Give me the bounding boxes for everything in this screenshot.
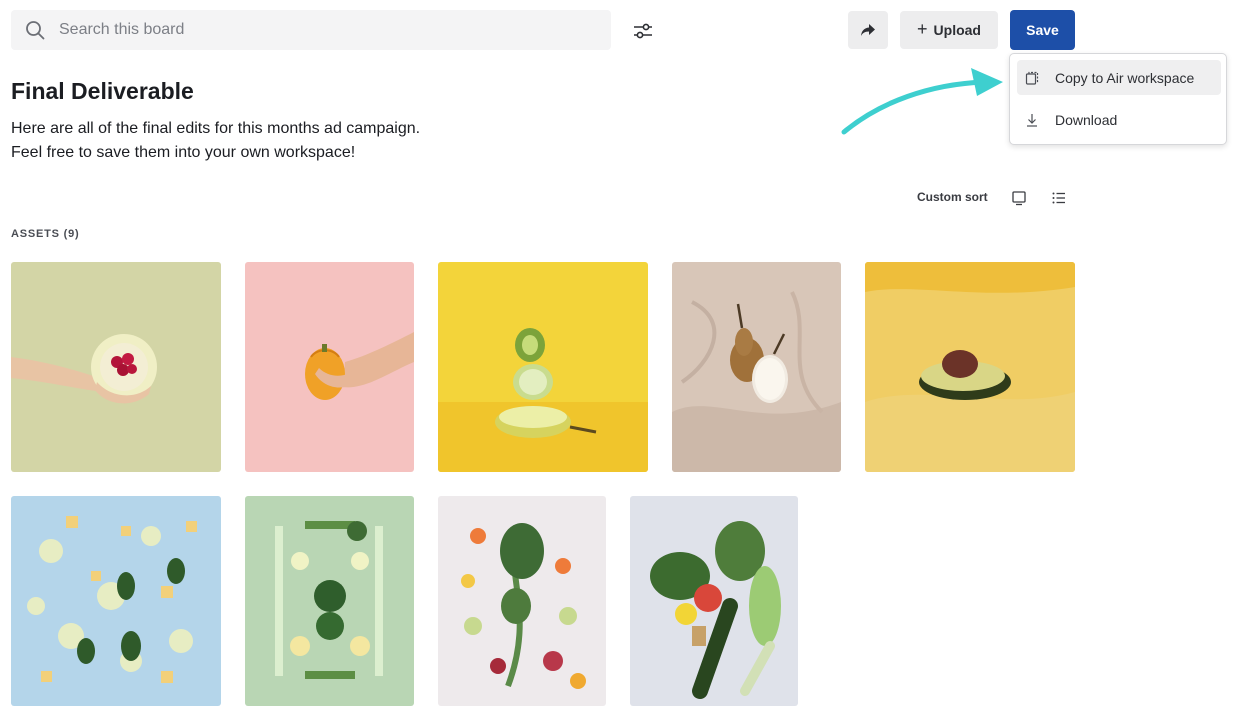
- asset-thumbnail[interactable]: [245, 496, 414, 706]
- share-button[interactable]: [848, 11, 888, 49]
- save-dropdown-menu: Copy to Air workspace Download: [1009, 53, 1227, 145]
- pears-fabric-image: [672, 262, 841, 472]
- upload-button[interactable]: + Upload: [900, 11, 998, 49]
- kiwi-lime-pear-image: [438, 262, 648, 472]
- kale-veg-image: [438, 496, 606, 706]
- asset-thumbnail[interactable]: [865, 262, 1075, 472]
- asset-thumbnail[interactable]: [438, 262, 648, 472]
- asset-thumbnail[interactable]: [11, 262, 221, 472]
- melon-raspberry-image: [11, 262, 221, 472]
- upload-label: Upload: [933, 22, 981, 38]
- search-bar[interactable]: [11, 10, 611, 50]
- filter-sliders-icon[interactable]: [630, 18, 656, 44]
- asset-thumbnail[interactable]: [11, 496, 221, 706]
- annotation-arrow-icon: [841, 68, 1003, 135]
- board-title: Final Deliverable: [11, 78, 194, 104]
- list-view-icon[interactable]: [1050, 189, 1068, 207]
- menu-item-copy-to-workspace[interactable]: Copy to Air workspace: [1017, 60, 1221, 95]
- asset-thumbnail[interactable]: [245, 262, 414, 472]
- squash-hand-image: [245, 262, 414, 472]
- share-icon: [861, 24, 875, 36]
- vegetable-bunch-image: [630, 496, 798, 706]
- plus-icon: +: [917, 19, 928, 39]
- description-line: Feel free to save them into your own wor…: [11, 144, 356, 161]
- save-button[interactable]: Save: [1010, 10, 1075, 50]
- menu-item-label: Copy to Air workspace: [1055, 69, 1195, 86]
- custom-sort-button[interactable]: Custom sort: [917, 190, 988, 204]
- search-input[interactable]: [59, 10, 599, 50]
- description-line: Here are all of the final edits for this…: [11, 120, 421, 137]
- download-icon: [1027, 113, 1037, 127]
- lime-ginger-image: [11, 496, 221, 706]
- menu-item-label: Download: [1055, 111, 1118, 128]
- search-icon: [26, 21, 45, 40]
- asset-thumbnail[interactable]: [672, 262, 841, 472]
- gallery-view-icon[interactable]: [1010, 189, 1028, 207]
- green-vegetables-image: [245, 496, 414, 706]
- assets-count-label: ASSETS (9): [11, 228, 80, 240]
- avocado-image: [865, 262, 1075, 472]
- asset-thumbnail[interactable]: [438, 496, 606, 706]
- copy-icon: [1025, 71, 1039, 85]
- board-description: Here are all of the final edits for this…: [11, 117, 420, 165]
- asset-thumbnail[interactable]: [630, 496, 798, 706]
- menu-item-download[interactable]: Download: [1017, 102, 1221, 137]
